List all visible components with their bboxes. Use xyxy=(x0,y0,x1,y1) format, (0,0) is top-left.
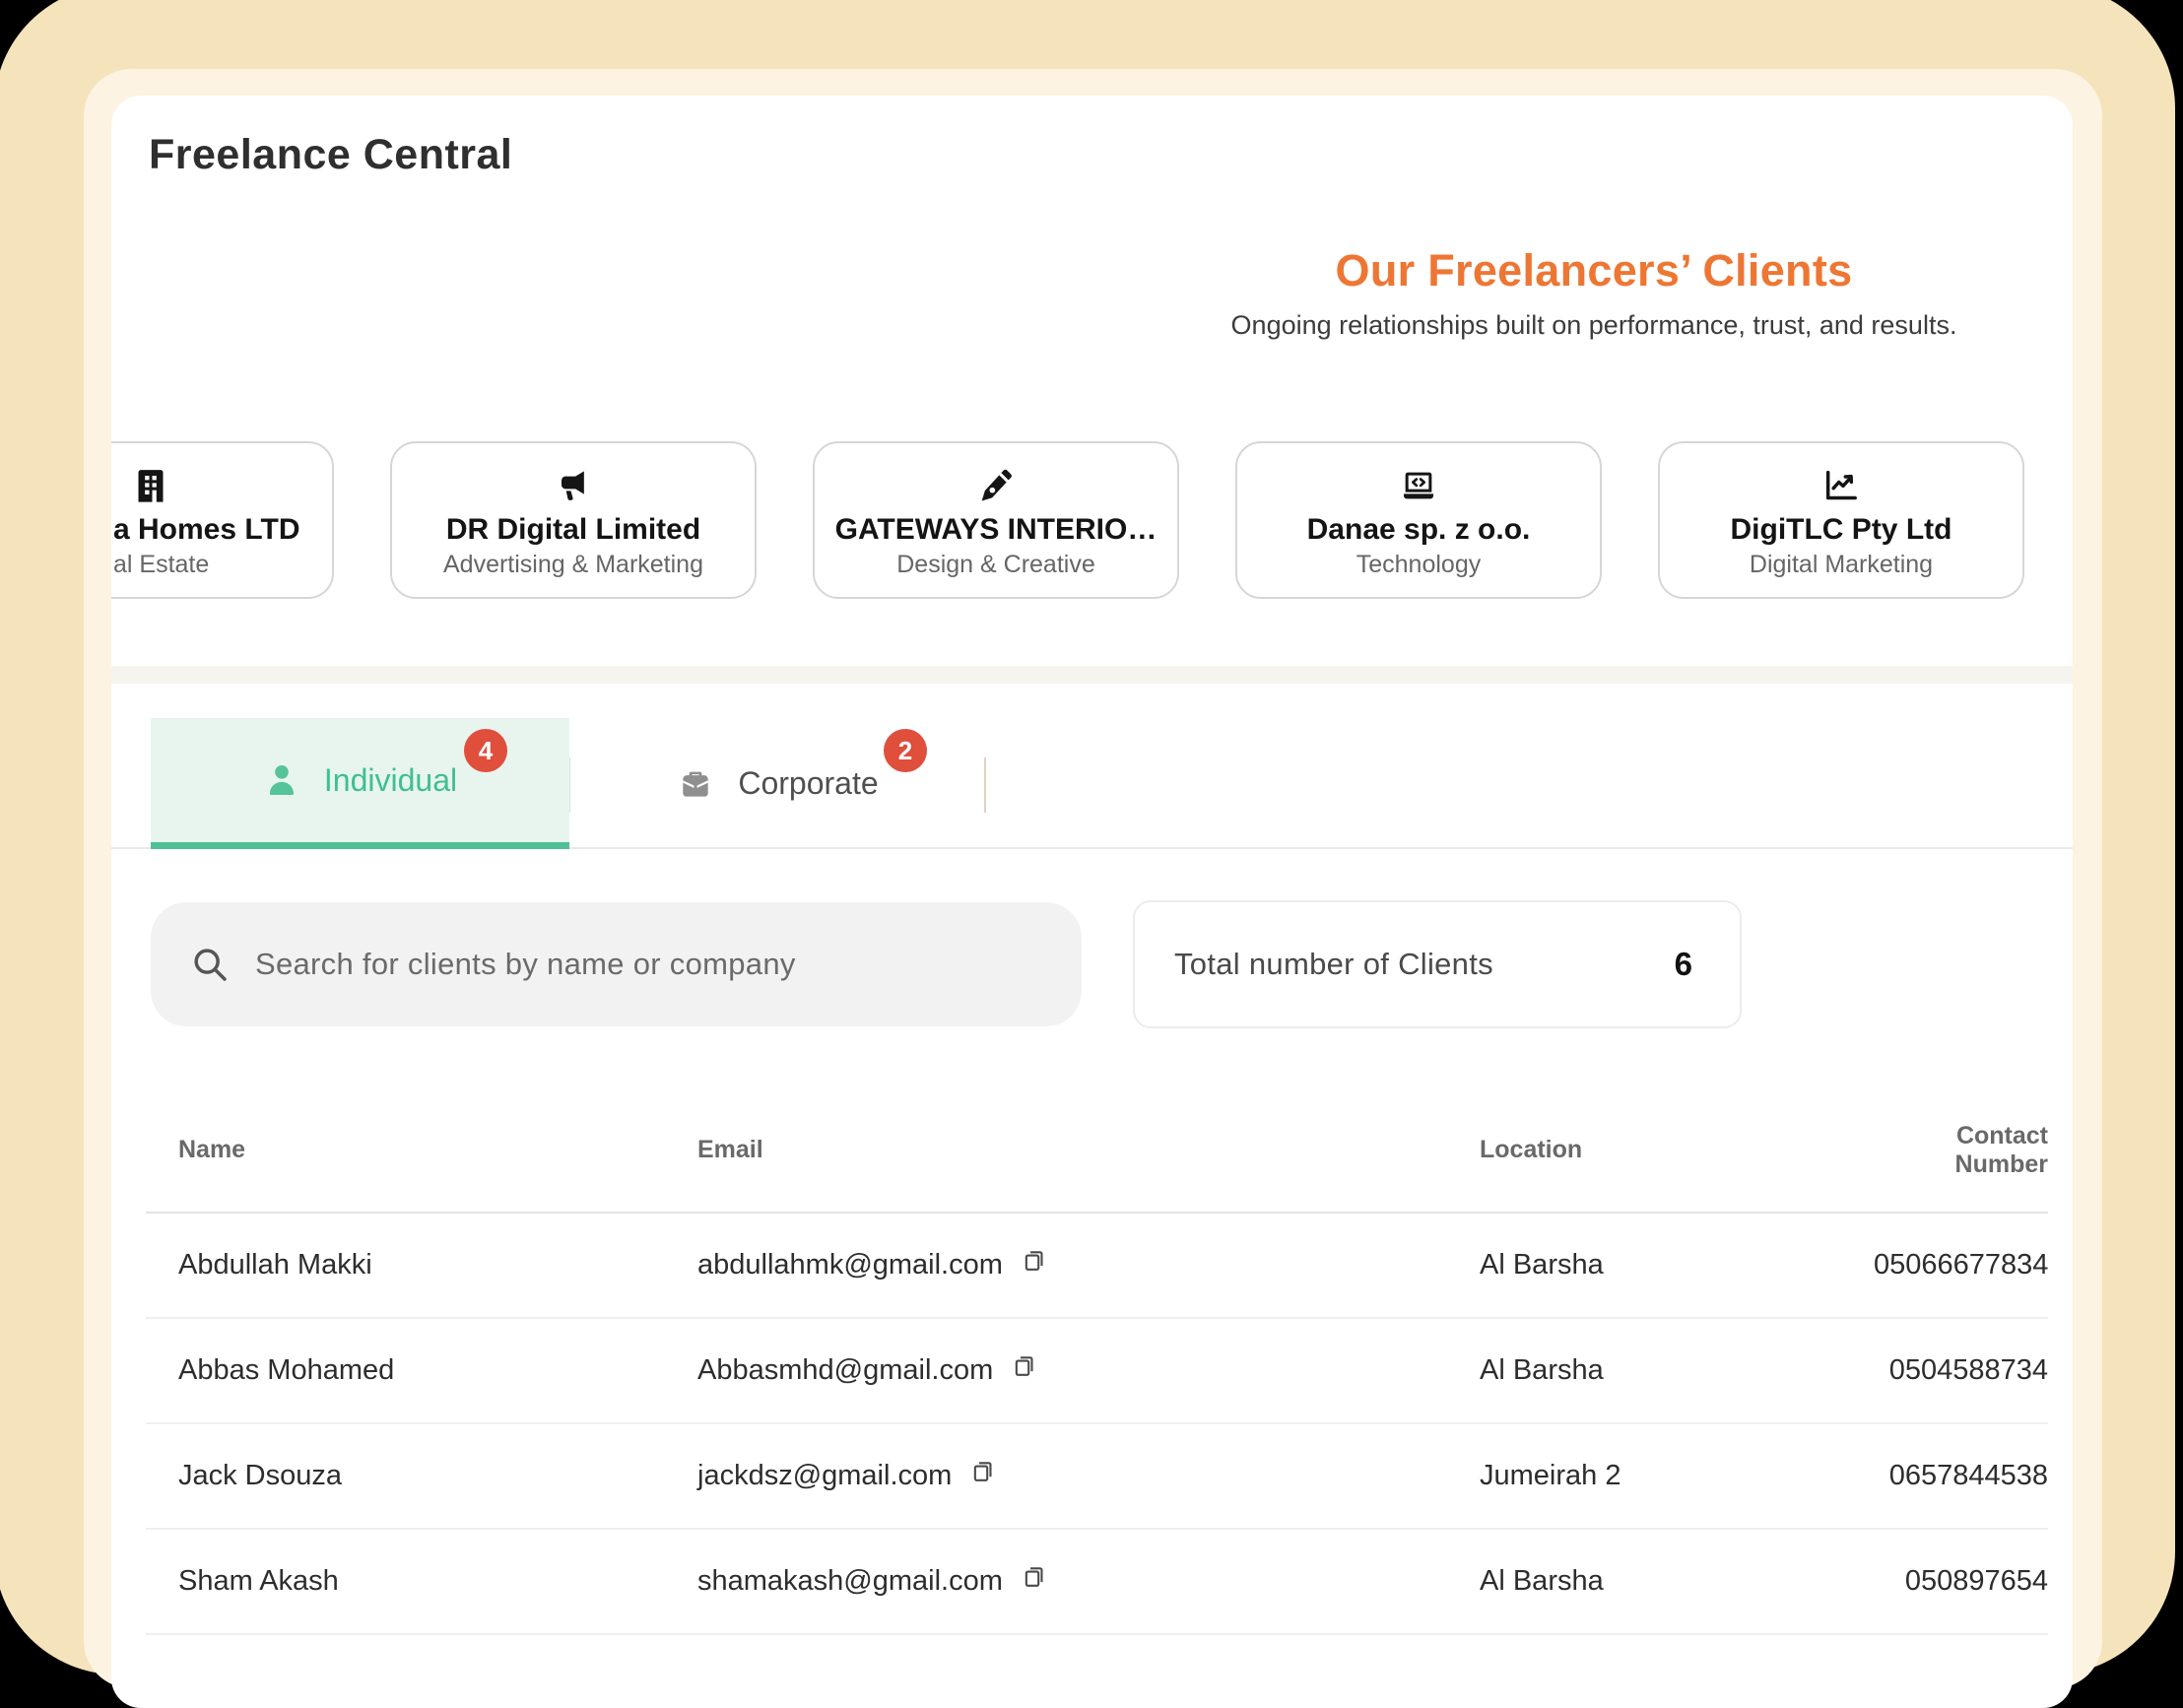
client-company-category: al Estate xyxy=(111,551,209,579)
copy-email-button[interactable] xyxy=(969,1455,999,1484)
client-contact: 0657844538 xyxy=(1874,1460,2048,1492)
client-email: Abbasmhd@gmail.com xyxy=(697,1354,993,1387)
person-icon xyxy=(263,761,300,799)
copy-icon xyxy=(1021,1562,1048,1590)
client-company-category: Technology xyxy=(1356,551,1481,579)
client-name: Abbas Mohamed xyxy=(146,1354,697,1387)
client-location: Al Barsha xyxy=(1480,1565,1874,1598)
clients-table: Name Email Location Contact Number Abdul… xyxy=(146,1088,2048,1635)
client-location: Al Barsha xyxy=(1480,1249,1874,1281)
client-company-category: Design & Creative xyxy=(896,551,1094,579)
client-company-category: Digital Marketing xyxy=(1750,551,1933,579)
table-row: Sham Akash shamakash@gmail.com Al Barsha… xyxy=(146,1530,2048,1635)
client-company-name: a Homes LTD xyxy=(111,513,299,547)
hero-subheading: Ongoing relationships built on performan… xyxy=(1126,310,2062,341)
client-type-tabs: Individual 4 Corporate 2 xyxy=(111,718,2073,849)
column-header-name: Name xyxy=(146,1136,697,1164)
table-header-row: Name Email Location Contact Number xyxy=(146,1088,2048,1214)
total-clients-card: Total number of Clients 6 xyxy=(1133,900,1742,1028)
client-company-card[interactable]: DigiTLC Pty Ltd Digital Marketing xyxy=(1658,441,2024,599)
client-name: Jack Dsouza xyxy=(146,1460,697,1492)
column-header-contact: Contact Number xyxy=(1874,1122,2048,1179)
hero-section: Our Freelancers’ Clients Ongoing relatio… xyxy=(1126,245,2062,341)
tab-individual-label: Individual xyxy=(324,762,457,799)
client-email: abdullahmk@gmail.com xyxy=(697,1249,1003,1281)
copy-icon xyxy=(1021,1246,1048,1274)
section-divider-band xyxy=(111,666,2073,684)
client-email: jackdsz@gmail.com xyxy=(697,1460,952,1492)
hero-heading: Our Freelancers’ Clients xyxy=(1126,245,2062,296)
search-icon xyxy=(190,945,230,984)
client-company-card[interactable]: a Homes LTD al Estate xyxy=(111,441,334,599)
tab-divider xyxy=(984,757,986,813)
laptop-code-icon xyxy=(1399,466,1438,505)
total-clients-value: 6 xyxy=(1675,946,1692,983)
client-company-category: Advertising & Marketing xyxy=(443,551,703,579)
column-header-location: Location xyxy=(1480,1136,1874,1164)
tab-corporate-label: Corporate xyxy=(738,765,878,802)
table-row: Abbas Mohamed Abbasmhd@gmail.com Al Bars… xyxy=(146,1319,2048,1424)
copy-email-button[interactable] xyxy=(1011,1349,1040,1379)
copy-icon xyxy=(969,1457,997,1484)
tab-corporate-count-badge: 2 xyxy=(884,729,927,772)
tab-corporate[interactable]: Corporate 2 xyxy=(571,718,984,849)
copy-email-button[interactable] xyxy=(1021,1560,1050,1590)
client-company-name: Danae sp. z o.o. xyxy=(1307,513,1531,547)
client-company-name: GATEWAYS INTERIO… xyxy=(835,513,1158,547)
briefcase-icon xyxy=(677,765,714,803)
building-icon xyxy=(131,466,170,505)
total-clients-label: Total number of Clients xyxy=(1174,947,1493,982)
table-row: Jack Dsouza jackdsz@gmail.com Jumeirah 2… xyxy=(146,1424,2048,1530)
client-company-card[interactable]: Danae sp. z o.o. Technology xyxy=(1235,441,1602,599)
column-header-email: Email xyxy=(697,1136,1480,1164)
client-company-name: DigiTLC Pty Ltd xyxy=(1731,513,1952,547)
client-company-name: DR Digital Limited xyxy=(446,513,700,547)
copy-email-button[interactable] xyxy=(1021,1244,1050,1274)
table-row: Abdullah Makki abdullahmk@gmail.com Al B… xyxy=(146,1214,2048,1319)
tab-individual-count-badge: 4 xyxy=(464,729,507,772)
client-location: Jumeirah 2 xyxy=(1480,1460,1874,1492)
tab-individual[interactable]: Individual 4 xyxy=(151,718,569,849)
client-contact: 0504588734 xyxy=(1874,1354,2048,1387)
client-company-card[interactable]: GATEWAYS INTERIO… Design & Creative xyxy=(813,441,1179,599)
client-email: shamakash@gmail.com xyxy=(697,1565,1003,1598)
client-company-card[interactable]: DR Digital Limited Advertising & Marketi… xyxy=(390,441,757,599)
client-contact: 05066677834 xyxy=(1874,1249,2048,1281)
search-input[interactable] xyxy=(255,902,1082,1026)
client-name: Sham Akash xyxy=(146,1565,697,1598)
client-search xyxy=(151,902,1082,1026)
client-location: Al Barsha xyxy=(1480,1354,1874,1387)
client-name: Abdullah Makki xyxy=(146,1249,697,1281)
pen-nib-icon xyxy=(976,466,1016,505)
client-contact: 050897654 xyxy=(1874,1565,2048,1598)
app-window: Freelance Central Our Freelancers’ Clien… xyxy=(111,96,2073,1708)
page-title: Freelance Central xyxy=(149,131,512,179)
copy-icon xyxy=(1011,1351,1038,1379)
chart-line-icon xyxy=(1821,466,1861,505)
megaphone-icon xyxy=(554,466,593,505)
